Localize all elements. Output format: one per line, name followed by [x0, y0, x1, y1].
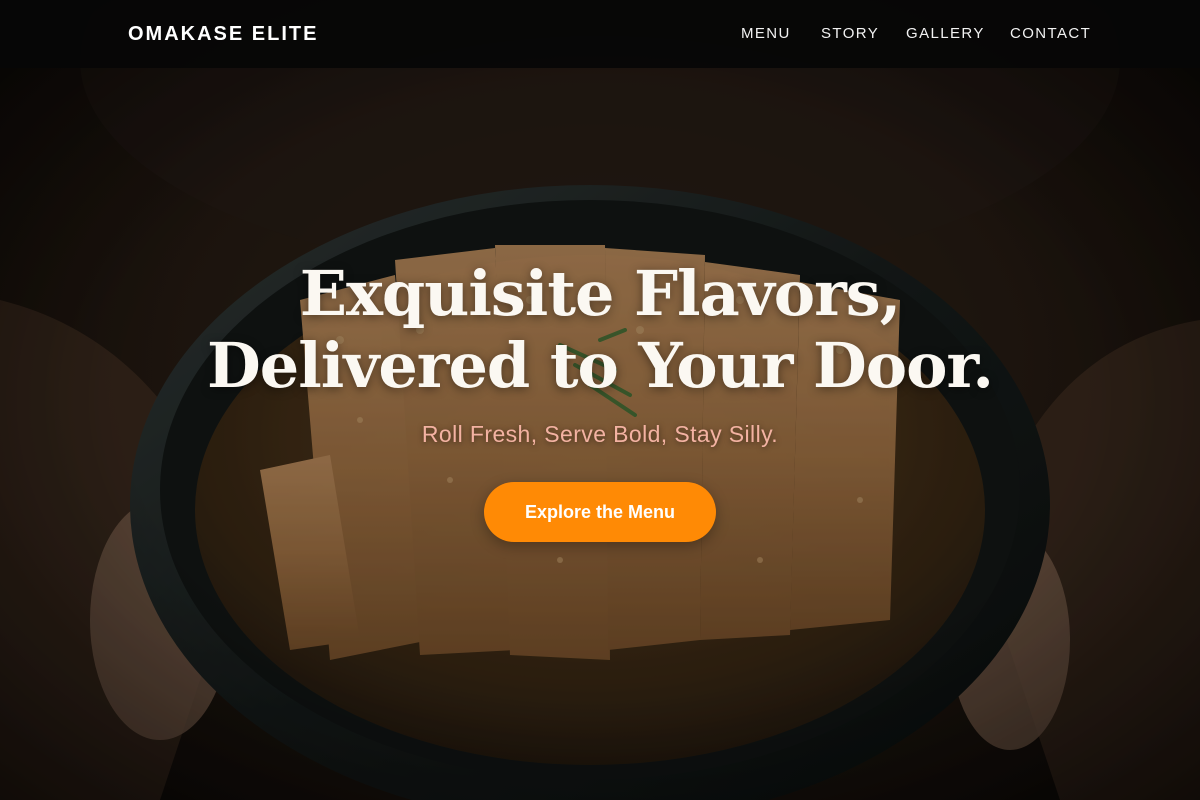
hero-headline-line-2: Delivered to Your Door.	[207, 329, 994, 402]
nav-link-menu[interactable]: MENU	[741, 24, 791, 44]
hero-tagline: Roll Fresh, Serve Bold, Stay Silly.	[421, 421, 779, 447]
nav-link-contact[interactable]: CONTACT	[1010, 24, 1091, 44]
hero-section: Exquisite Flavors, Delivered to Your Doo…	[0, 0, 1200, 800]
nav-link-gallery[interactable]: GALLERY	[906, 24, 985, 44]
main-nav: MENU STORY GALLERY CONTACT	[0, 24, 1200, 44]
nav-link-story[interactable]: STORY	[821, 24, 879, 44]
explore-menu-button[interactable]: Explore the Menu	[484, 482, 716, 542]
hero-headline-line-1: Exquisite Flavors,	[299, 257, 902, 330]
hero-headline: Exquisite Flavors, Delivered to Your Doo…	[0, 258, 1200, 402]
top-navbar: OMAKASE ELITE MENU STORY GALLERY CONTACT	[0, 0, 1200, 68]
